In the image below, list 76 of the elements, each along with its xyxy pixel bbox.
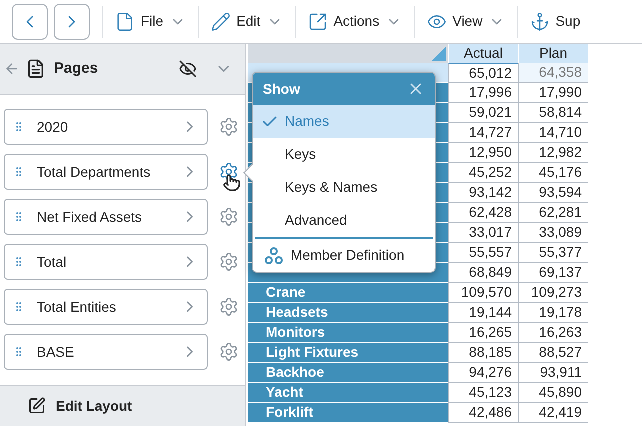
table-cell: 94,276 [448,363,518,383]
table-cell: 64,358 [518,63,588,83]
document-icon [26,59,46,79]
table-cell: 45,123 [448,383,518,403]
show-option[interactable]: Keys [253,138,435,171]
row-header: Backhoe [248,363,448,383]
table-cell: 58,814 [518,103,588,123]
show-option[interactable]: Keys & Names [253,171,435,204]
page-selector[interactable]: BASE [4,334,208,370]
table-cell: 69,137 [518,263,588,283]
row-header: Headsets [248,303,448,323]
row-header: Monitors [248,323,448,343]
table-cell: 45,176 [518,163,588,183]
table-cell: 14,710 [518,123,588,143]
hide-icon[interactable] [179,60,197,78]
table-cell: 93,911 [518,363,588,383]
table-cell: 109,570 [448,283,518,303]
member-definition-item[interactable]: Member Definition [253,239,435,272]
show-option[interactable]: Advanced [253,204,435,237]
file-icon [115,12,135,32]
column-header: Plan [518,44,588,63]
table-cell: 65,012 [448,63,518,83]
back-button[interactable] [12,4,48,40]
table-cell: 93,142 [448,183,518,203]
row-header: Light Fixtures [248,343,448,363]
table-cell: 62,428 [448,203,518,223]
table-cell: 16,265 [448,323,518,343]
table-cell: 45,890 [518,383,588,403]
table-cell: 17,990 [518,83,588,103]
nodes-icon [265,246,283,264]
page-selector[interactable]: Total [4,244,208,280]
table-cell: 19,144 [448,303,518,323]
page-selector[interactable]: Total Departments [4,154,208,190]
page-selector[interactable]: 2020 [4,109,208,145]
table-cell: 88,185 [448,343,518,363]
table-cell: 62,281 [518,203,588,223]
table-cell: 59,021 [448,103,518,123]
page-selector[interactable]: Net Fixed Assets [4,199,208,235]
table-cell: 33,089 [518,223,588,243]
page-selector[interactable]: Total Entities [4,289,208,325]
menu-button[interactable]: Sup [518,6,593,38]
column-header: Actual [448,44,518,63]
forward-button[interactable] [54,4,90,40]
table-cell: 16,263 [518,323,588,343]
popover-title: Show [263,80,300,98]
table-cell: 33,017 [448,223,518,243]
table-cell: 93,594 [518,183,588,203]
panel-title: Pages [54,58,98,79]
table-cell: 14,727 [448,123,518,143]
menu-button[interactable]: Actions [296,6,415,38]
table-cell: 42,419 [518,403,588,423]
edit-layout-button[interactable]: Edit Layout [0,385,245,426]
row-header: Crane [248,283,448,303]
table-cell: 55,557 [448,243,518,263]
row-header: Forklift [248,403,448,423]
hand-cursor-icon [223,174,241,192]
table-cell: 68,849 [448,263,518,283]
pencil-icon [210,12,231,32]
table-cell: 17,996 [448,83,518,103]
table-cell: 12,982 [518,143,588,163]
edit-layout-icon [28,397,46,415]
menu-button[interactable]: View [414,6,518,38]
table-cell: 12,950 [448,143,518,163]
anchor-icon [530,12,550,32]
export-icon [308,12,328,32]
corner-triangle-icon [432,47,446,61]
table-cell: 19,178 [518,303,588,323]
row-header: Yacht [248,383,448,403]
table-cell: 88,527 [518,343,588,363]
table-cell: 42,486 [448,403,518,423]
menu-button[interactable]: Edit [198,6,296,38]
menu-button[interactable]: File [103,6,199,38]
table-cell: 109,273 [518,283,588,303]
table-cell: 55,377 [518,243,588,263]
settings-icon[interactable] [219,162,239,182]
table-cell: 45,252 [448,163,518,183]
